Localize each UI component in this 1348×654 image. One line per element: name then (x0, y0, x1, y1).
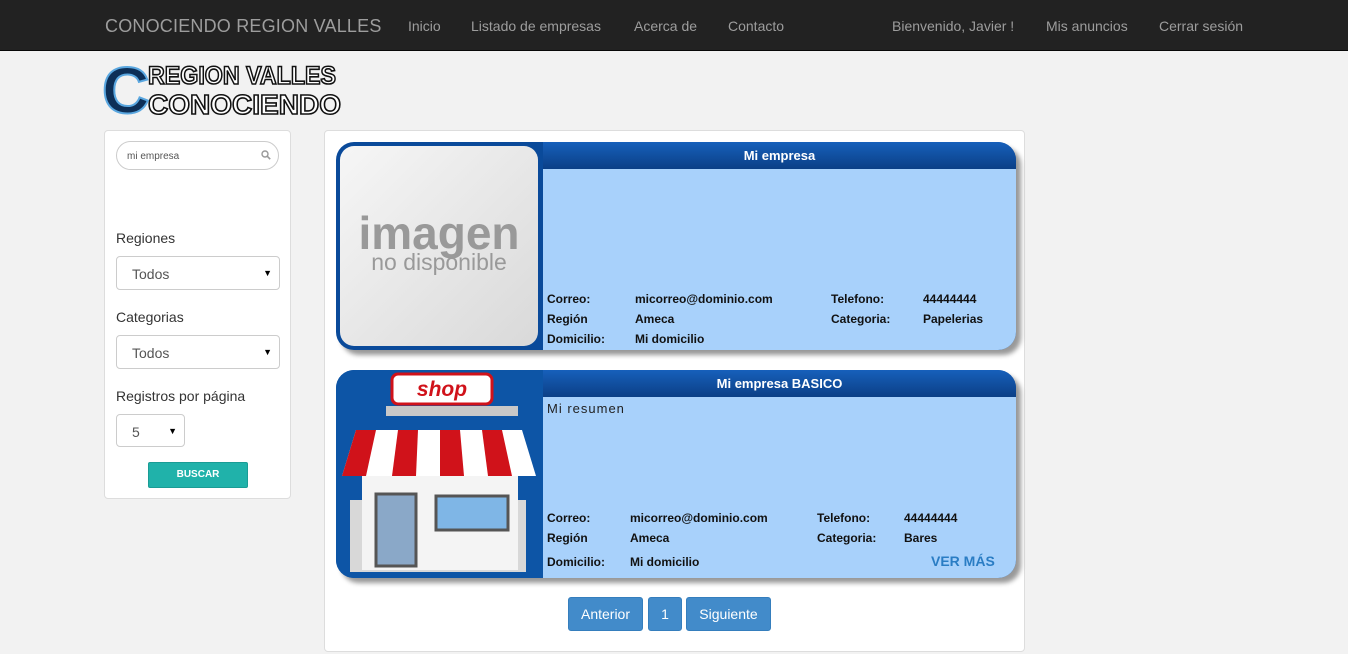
domicilio-value: Mi domicilio (635, 332, 705, 346)
region-value: Ameca (635, 312, 675, 326)
domicilio-label: Domicilio: (547, 555, 606, 569)
chevron-down-icon: ▼ (168, 426, 177, 436)
regiones-select[interactable]: Todos ▼ (116, 256, 280, 290)
chevron-down-icon: ▼ (263, 347, 272, 357)
nav-listado-empresas[interactable]: Listado de empresas (471, 18, 601, 34)
business-card: imagen no disponible Mi empresa Correo: … (336, 142, 1016, 350)
ver-mas-link[interactable]: VER MÁS (931, 553, 995, 569)
regiones-select-value: Todos (132, 266, 170, 282)
shop-sign-text: shop (417, 378, 467, 401)
page-1-button[interactable]: 1 (648, 597, 682, 631)
categorias-label: Categorias (116, 309, 184, 325)
categoria-value: Bares (904, 531, 938, 545)
correo-value: micorreo@dominio.com (635, 292, 773, 306)
domicilio-value: Mi domicilio (630, 555, 700, 569)
card-summary: Mi resumen (547, 401, 625, 416)
shop-image: shop (336, 370, 543, 578)
logo-line2: CONOCIENDO (148, 89, 341, 118)
nav-inicio[interactable]: Inicio (408, 18, 441, 34)
results-panel: imagen no disponible Mi empresa Correo: … (324, 130, 1025, 652)
site-logo[interactable]: C REGION VALLES CONOCIENDO (100, 56, 345, 118)
region-value: Ameca (630, 531, 670, 545)
telefono-value: 44444444 (923, 292, 977, 306)
domicilio-label: Domicilio: (547, 332, 606, 346)
search-icon[interactable] (261, 150, 271, 160)
nav-acerca-de[interactable]: Acerca de (634, 18, 697, 34)
regiones-label: Regiones (116, 230, 176, 246)
correo-value: micorreo@dominio.com (630, 511, 768, 525)
business-card: shop Mi empresa BASICO Mi resumen Correo… (336, 370, 1016, 578)
telefono-label: Telefono: (817, 511, 871, 525)
telefono-label: Telefono: (831, 292, 885, 306)
card-details: Mi resumen Correo: micorreo@dominio.com … (543, 397, 1016, 578)
card-title[interactable]: Mi empresa (543, 142, 1016, 169)
top-navbar: CONOCIENDO REGION VALLES Inicio Listado … (0, 0, 1348, 51)
region-label: Región (547, 531, 588, 545)
registros-label: Registros por página (116, 388, 246, 404)
brand-link[interactable]: CONOCIENDO REGION VALLES (105, 16, 382, 37)
categorias-select[interactable]: Todos ▼ (116, 335, 280, 369)
telefono-value: 44444444 (904, 511, 958, 525)
next-page-button[interactable]: Siguiente (686, 597, 771, 631)
categoria-value: Papelerias (923, 312, 984, 326)
search-input[interactable]: mi empresa (116, 141, 279, 170)
prev-page-button[interactable]: Anterior (568, 597, 643, 631)
nav-mis-anuncios[interactable]: Mis anuncios (1046, 18, 1128, 34)
no-image-placeholder: imagen no disponible (340, 146, 538, 346)
card-title[interactable]: Mi empresa BASICO (543, 370, 1016, 397)
correo-label: Correo: (547, 511, 591, 525)
card-details: Correo: micorreo@dominio.com Telefono: 4… (543, 169, 1016, 350)
nav-user-welcome[interactable]: Bienvenido, Javier ! (892, 18, 1014, 34)
svg-text:C: C (102, 56, 150, 118)
registros-select[interactable]: 5 ▼ (116, 414, 185, 447)
chevron-down-icon: ▼ (263, 268, 272, 278)
categoria-label: Categoria: (817, 531, 877, 545)
nav-cerrar-sesion[interactable]: Cerrar sesión (1159, 18, 1243, 34)
search-input-value: mi empresa (127, 151, 180, 162)
placeholder-word-2: no disponible (371, 249, 507, 275)
categoria-label: Categoria: (831, 312, 891, 326)
filter-sidebar: mi empresa Regiones Todos ▼ Categorias T… (104, 130, 291, 499)
categorias-select-value: Todos (132, 345, 170, 361)
correo-label: Correo: (547, 292, 591, 306)
region-label: Región (547, 312, 588, 326)
buscar-button[interactable]: BUSCAR (148, 462, 248, 488)
registros-select-value: 5 (132, 424, 140, 440)
logo-line1: REGION VALLES (148, 62, 336, 90)
nav-contacto[interactable]: Contacto (728, 18, 784, 34)
